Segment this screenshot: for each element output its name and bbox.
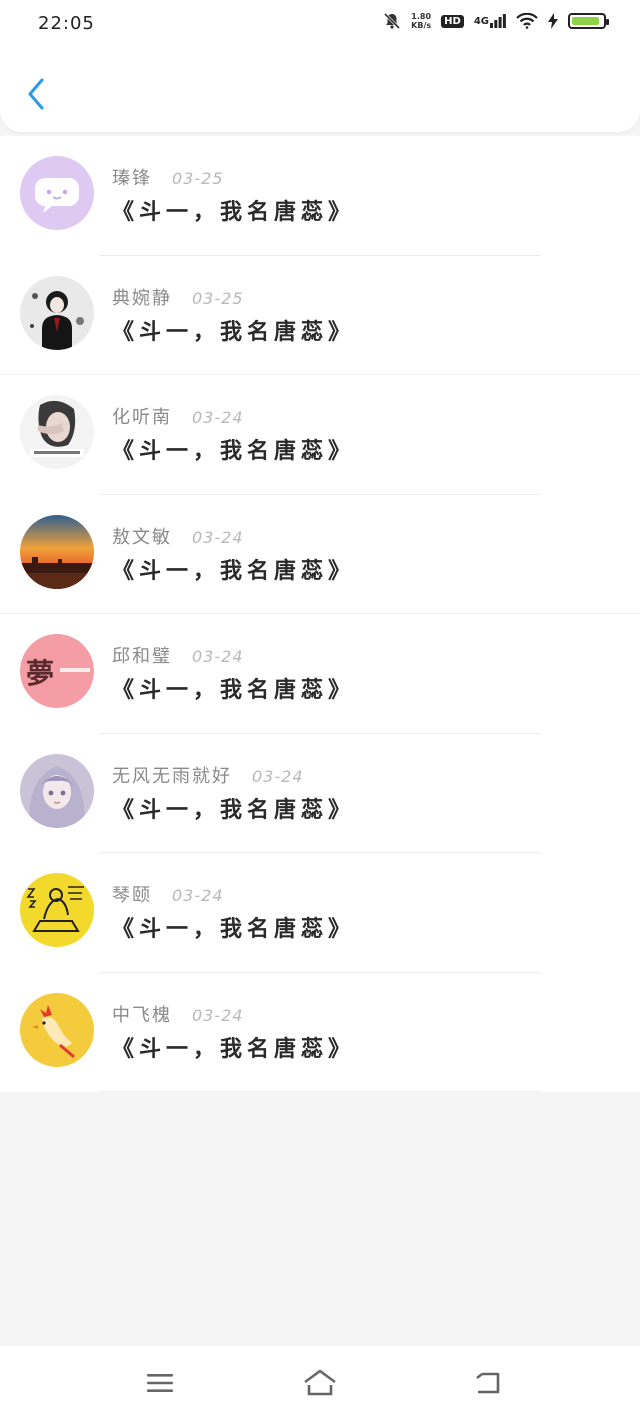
message-text: 《斗一，我名唐蕊》 (112, 199, 356, 225)
status-bar: 22:05 1.80 KB/s HD 4G (0, 0, 640, 50)
girl-avatar (20, 395, 94, 469)
signal-icon: 4G (474, 14, 506, 28)
chat-bubble-avatar (20, 156, 94, 230)
message-text: 《斗一，我名唐蕊》 (112, 677, 356, 703)
home-icon (302, 1368, 338, 1402)
message-text: 《斗一，我名唐蕊》 (112, 557, 356, 584)
list-item[interactable]: 典婉静 03-25 《斗一，我名唐蕊》 (0, 256, 640, 375)
menu-icon (146, 1371, 174, 1399)
chick-avatar (20, 992, 94, 1067)
list-item[interactable]: 琴颐 03-24 《斗一，我名唐蕊》 (0, 853, 640, 973)
list-item[interactable]: 敖文敏 03-24 《斗一，我名唐蕊》 (0, 495, 640, 614)
battery-icon (568, 13, 609, 29)
network-label: 4G (473, 15, 489, 27)
net-speed-unit: KB/s (411, 21, 432, 30)
mute-bell-icon (383, 12, 401, 30)
back-icon (473, 1370, 503, 1400)
message-date: 03-24 (192, 647, 244, 666)
anime-girl-avatar (20, 753, 94, 828)
sunset-avatar (20, 514, 94, 589)
list-item[interactable]: 夢 邱和璧 03-24 《斗一，我名唐蕊》 (0, 614, 640, 734)
message-date: 03-24 (252, 766, 304, 786)
net-speed-value: 1.80 (411, 12, 432, 21)
dream-text-avatar: 夢 (20, 634, 94, 708)
user-name: 敖文敏 (112, 526, 172, 548)
message-date: 03-24 (172, 886, 224, 905)
menu-button[interactable] (140, 1368, 180, 1402)
user-name: 中飞槐 (112, 1004, 172, 1026)
message-text: 《斗一，我名唐蕊》 (112, 1035, 356, 1062)
divider (100, 1091, 540, 1092)
message-date: 03-25 (172, 169, 224, 188)
back-nav-button[interactable] (468, 1368, 508, 1402)
message-date: 03-24 (192, 1005, 244, 1025)
user-name: 无风无雨就好 (112, 765, 232, 787)
navigation-bar (0, 1346, 640, 1422)
message-date: 03-24 (192, 408, 244, 427)
list-item[interactable]: 化听南 03-24 《斗一，我名唐蕊》 (0, 375, 640, 495)
battery-fill (572, 17, 599, 25)
wifi-icon (516, 13, 538, 29)
message-text: 《斗一，我名唐蕊》 (112, 318, 356, 345)
message-date: 03-25 (192, 288, 244, 308)
message-date: 03-24 (192, 527, 244, 547)
message-text: 《斗一，我名唐蕊》 (112, 438, 356, 464)
list-item[interactable]: 瑧锋 03-25 《斗一，我名唐蕊》 (0, 136, 640, 256)
header (0, 50, 640, 132)
user-name: 化听南 (112, 407, 172, 428)
charging-icon (548, 13, 558, 29)
back-button[interactable] (18, 74, 54, 118)
list-item[interactable]: 无风无雨就好 03-24 《斗一，我名唐蕊》 (0, 734, 640, 853)
doodle-avatar (20, 873, 94, 947)
status-time: 22:05 (38, 13, 95, 34)
hd-icon: HD (441, 14, 464, 28)
user-name: 邱和璧 (112, 646, 172, 667)
home-button[interactable] (300, 1368, 340, 1402)
message-list: 瑧锋 03-25 《斗一，我名唐蕊》 典婉静 03-25 《斗一，我名唐蕊》 化听南… (0, 136, 640, 1092)
list-item[interactable]: 中飞槐 03-24 《斗一，我名唐蕊》 (0, 973, 640, 1092)
message-text: 《斗一，我名唐蕊》 (112, 796, 356, 823)
user-name: 琴颐 (112, 885, 152, 906)
boy-avatar (20, 275, 94, 350)
status-icons: 1.80 KB/s HD 4G (383, 12, 609, 30)
chevron-left-icon (27, 78, 45, 114)
message-text: 《斗一，我名唐蕊》 (112, 916, 356, 942)
user-name: 瑧锋 (112, 168, 152, 189)
net-speed: 1.80 KB/s (411, 12, 431, 30)
user-name: 典婉静 (112, 287, 172, 309)
